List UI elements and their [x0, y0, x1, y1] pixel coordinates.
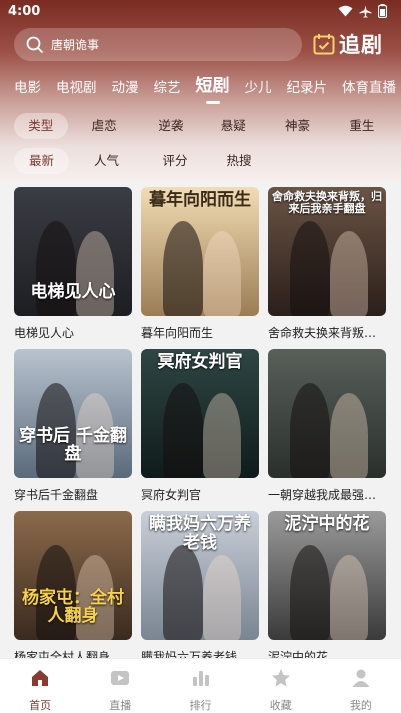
nav-label: 直播	[109, 699, 132, 712]
drama-title[interactable]: 暮年向阳而生	[141, 324, 259, 341]
poster-figure	[330, 231, 368, 316]
drama-card[interactable]: 暮年向阳而生 暮年向阳而生	[141, 187, 259, 341]
nav-label: 首页	[29, 699, 52, 712]
nav-item[interactable]: 我的	[321, 659, 401, 713]
poster-figure	[163, 221, 203, 316]
poster-title: 冥府女判官	[157, 352, 243, 372]
status-icons	[338, 4, 387, 18]
drama-card[interactable]: 杨家屯：全村人翻身杨家屯全村人翻身从...	[14, 511, 132, 658]
nav-item[interactable]: 直播	[80, 659, 160, 713]
nav-label: 收藏	[269, 699, 292, 712]
drama-grid: 电梯见人心 电梯见人心 暮年向阳而生 暮年向阳而生 舍命救夫换来背叛，归来后我亲手翻盘舍…	[0, 182, 401, 658]
poster-figure	[290, 221, 330, 316]
filter-chip[interactable]: 神豪	[265, 113, 329, 139]
bottom-nav: 首页 直播 排行 收藏 我的	[0, 658, 401, 713]
tab-1[interactable]: 电视剧	[56, 76, 97, 104]
filter-chip[interactable]: 人气	[69, 148, 144, 174]
profile-icon	[350, 667, 372, 693]
drama-card[interactable]: 电梯见人心 电梯见人心	[14, 187, 132, 341]
poster-title: 穿书后 千金翻盘	[19, 425, 127, 465]
ranking-icon	[190, 667, 212, 693]
filter-chip[interactable]: 虐恋	[68, 113, 141, 139]
nav-item[interactable]: 收藏	[241, 659, 321, 713]
filter-chip[interactable]: 类型	[14, 113, 68, 139]
status-time: 4:00	[8, 4, 41, 19]
poster-figure	[330, 393, 368, 478]
drama-poster[interactable]: 冥府女判官	[141, 349, 259, 478]
tab-6[interactable]: 纪录片	[287, 76, 328, 104]
wifi-icon	[338, 5, 353, 17]
poster-title: 杨家屯：全村人翻身	[22, 587, 124, 627]
drama-title[interactable]: 电梯见人心	[14, 324, 132, 341]
tab-4[interactable]: 短剧	[196, 71, 230, 104]
tab-5[interactable]: 少儿	[245, 76, 272, 104]
filter-chip[interactable]: 悬疑	[201, 113, 265, 139]
live-tv-icon	[109, 667, 131, 693]
drama-title[interactable]: 穿书后千金翻盘	[14, 486, 132, 503]
drama-poster[interactable]: 穿书后 千金翻盘	[14, 349, 132, 478]
tab-7[interactable]: 体育直播	[342, 76, 396, 104]
drama-title[interactable]: 冥府女判官	[141, 486, 259, 503]
nav-item[interactable]: 首页	[0, 659, 80, 713]
drama-card[interactable]: 一朝穿越我成最强镇...	[268, 349, 386, 503]
poster-title: 泥泞中的花	[284, 514, 370, 534]
poster-figure	[163, 545, 203, 640]
tab-3[interactable]: 综艺	[154, 76, 181, 104]
category-tabs: 电影 电视剧 动漫 综艺 短剧 少儿 纪录片 体育直播	[0, 70, 401, 104]
drama-poster[interactable]: 瞒我妈六万养老钱	[141, 511, 259, 640]
drama-poster[interactable]	[268, 349, 386, 478]
search-bar[interactable]: 唐朝诡事	[14, 28, 302, 61]
poster-figure	[330, 555, 368, 640]
drama-card[interactable]: 舍命救夫换来背叛，归来后我亲手翻盘舍命救夫换来背叛归...	[268, 187, 386, 341]
filter-chip[interactable]: 最新	[14, 148, 69, 174]
drama-poster[interactable]: 杨家屯：全村人翻身	[14, 511, 132, 640]
poster-title: 舍命救夫换来背叛，归来后我亲手翻盘	[272, 190, 382, 216]
drama-card[interactable]: 穿书后 千金翻盘穿书后千金翻盘	[14, 349, 132, 503]
drama-poster[interactable]: 暮年向阳而生	[141, 187, 259, 316]
nav-item[interactable]: 排行	[160, 659, 240, 713]
airplane-icon	[359, 5, 372, 18]
drama-title[interactable]: 杨家屯全村人翻身从...	[14, 648, 132, 658]
drama-title[interactable]: 泥泞中的花	[268, 648, 386, 658]
poster-title: 暮年向阳而生	[149, 190, 251, 210]
battery-icon	[378, 4, 387, 18]
search-icon	[26, 36, 43, 53]
poster-title: 电梯见人心	[30, 282, 116, 303]
poster-title: 瞒我妈六万养老钱	[149, 514, 251, 553]
calendar-check-icon	[313, 34, 335, 55]
drama-card[interactable]: 冥府女判官 冥府女判官	[141, 349, 259, 503]
drama-title[interactable]: 瞒我妈六万养老钱	[141, 648, 259, 658]
poster-figure	[290, 545, 330, 640]
poster-figure	[163, 383, 203, 478]
filter-row-type: 类型 虐恋 逆袭 悬疑 神豪 重生	[14, 113, 394, 139]
status-bar: 4:00	[0, 0, 401, 24]
poster-figure	[290, 383, 330, 478]
filter-chip[interactable]: 评分	[144, 148, 206, 174]
drama-poster[interactable]: 泥泞中的花	[268, 511, 386, 640]
drama-card[interactable]: 泥泞中的花 泥泞中的花	[268, 511, 386, 658]
follow-button[interactable]: 追剧	[313, 30, 383, 58]
filter-row-sort: 最新 人气 评分 热搜	[14, 148, 394, 174]
nav-label: 排行	[189, 699, 212, 712]
drama-poster[interactable]: 舍命救夫换来背叛，归来后我亲手翻盘	[268, 187, 386, 316]
poster-figure	[76, 231, 114, 316]
tab-2[interactable]: 动漫	[112, 76, 139, 104]
poster-figure	[203, 555, 241, 640]
nav-label: 我的	[349, 699, 372, 712]
drama-title[interactable]: 舍命救夫换来背叛归...	[268, 324, 386, 341]
search-placeholder: 唐朝诡事	[51, 38, 100, 52]
drama-card[interactable]: 瞒我妈六万养老钱 瞒我妈六万养老钱	[141, 511, 259, 658]
poster-figure	[203, 231, 241, 316]
filter-chip[interactable]: 热搜	[206, 148, 272, 174]
drama-poster[interactable]: 电梯见人心	[14, 187, 132, 316]
tab-0[interactable]: 电影	[14, 76, 41, 104]
poster-figure	[203, 393, 241, 478]
home-icon	[29, 667, 51, 693]
filter-chip[interactable]: 重生	[330, 113, 394, 139]
drama-title[interactable]: 一朝穿越我成最强镇...	[268, 486, 386, 503]
star-icon	[270, 667, 292, 693]
filter-chip[interactable]: 逆袭	[141, 113, 201, 139]
follow-label: 追剧	[339, 33, 383, 57]
